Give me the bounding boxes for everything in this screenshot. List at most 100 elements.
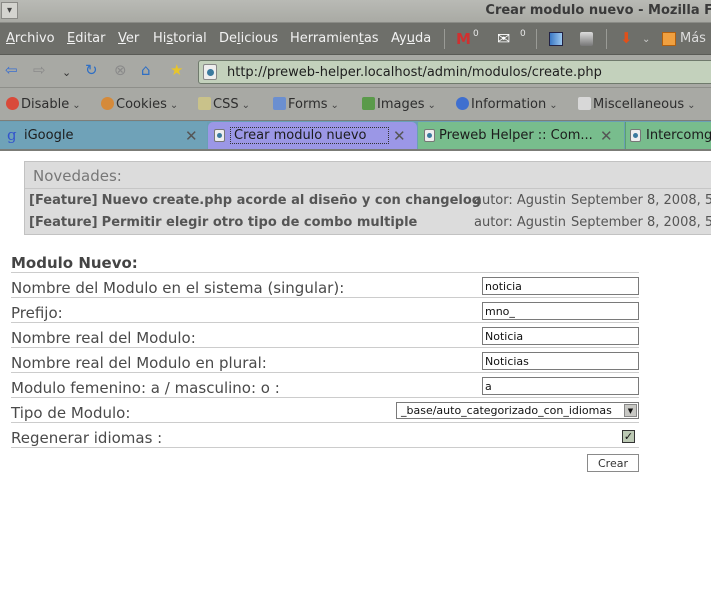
dropdown-arrow-icon[interactable]: ▼ <box>624 404 637 417</box>
bookmark-star-icon[interactable]: ★ <box>170 63 183 78</box>
module-type-select[interactable]: _base/auto_categorizado_con_idiomas ▼ <box>396 402 639 419</box>
forms-icon <box>273 97 286 110</box>
folder-icon <box>662 32 676 46</box>
menu-separator <box>536 29 537 49</box>
field-label: Tipo de Modulo: <box>11 404 131 422</box>
devbar-cookies[interactable]: Cookies ⌄ <box>101 97 178 112</box>
history-dropdown-icon[interactable]: ⌄ <box>62 65 71 80</box>
gmail-count: 0 <box>473 29 479 39</box>
prefix-input[interactable] <box>482 302 639 320</box>
information-icon <box>456 97 469 110</box>
devbar-forms[interactable]: Forms ⌄ <box>273 97 339 112</box>
news-heading: Novedades: <box>33 167 122 185</box>
close-tab-icon[interactable]: ✕ <box>393 127 406 145</box>
close-tab-icon[interactable]: ✕ <box>185 127 198 145</box>
form-title: Modulo Nuevo: <box>11 254 639 273</box>
plural-name-input[interactable] <box>482 352 639 370</box>
news-tag: [Feature] <box>29 215 98 230</box>
window-titlebar: ▾ Crear modulo nuevo - Mozilla F <box>0 0 711 22</box>
page-favicon-icon <box>214 129 225 142</box>
navigation-toolbar: ⇦ ⇨ ⌄ ↻ ⊗ ⌂ ★ http://preweb-helper.local… <box>0 55 711 88</box>
reload-icon[interactable]: ↻ <box>85 63 98 78</box>
chevron-down-icon: ⌄ <box>241 100 250 111</box>
menu-herramientas[interactable]: Herramientas <box>290 31 379 46</box>
chevron-down-icon: ⌄ <box>169 100 179 111</box>
form-row: Tipo de Modulo: _base/auto_categorizado_… <box>11 398 639 423</box>
news-title: Permitir elegir otro tipo de combo multi… <box>101 215 418 230</box>
menu-editar[interactable]: Editar <box>67 31 106 46</box>
form-row: Modulo femenino: a / masculino: o : <box>11 373 639 398</box>
news-item[interactable]: [Feature] Permitir elegir otro tipo de c… <box>29 215 417 230</box>
menu-historial[interactable]: Historial <box>153 31 207 46</box>
module-type-value: _base/auto_categorizado_con_idiomas <box>401 404 612 417</box>
menu-delicious[interactable]: Delicious <box>219 31 278 46</box>
chevron-down-icon: ⌄ <box>72 100 81 111</box>
stop-icon[interactable]: ⊗ <box>114 63 127 78</box>
close-tab-icon[interactable]: ✕ <box>600 127 613 145</box>
menu-ayuda[interactable]: Ayuda <box>391 31 431 46</box>
devbar-css[interactable]: CSS ⌄ <box>198 97 250 112</box>
clipboard-icon[interactable] <box>580 32 593 46</box>
field-label: Modulo femenino: a / masculino: o : <box>11 379 280 397</box>
news-divider <box>25 188 711 189</box>
tab-label: Preweb Helper :: Com... <box>439 128 593 143</box>
css-icon <box>198 97 211 110</box>
system-name-input[interactable] <box>482 277 639 295</box>
devbar-label: Disable <box>21 97 70 112</box>
gmail-icon[interactable]: M <box>456 30 471 48</box>
page-favicon-icon <box>424 129 435 142</box>
field-label: Nombre real del Modulo: <box>11 329 196 347</box>
mail-icon[interactable]: ✉ <box>497 29 510 48</box>
form-row: Nombre real del Modulo: <box>11 323 639 348</box>
home-icon[interactable]: ⌂ <box>141 63 151 78</box>
download-arrow-icon[interactable]: ⬇ <box>620 29 633 47</box>
news-item[interactable]: [Feature] Nuevo create.php acorde al dis… <box>29 193 481 208</box>
devbar-label: Images <box>377 97 425 112</box>
disable-icon <box>6 97 19 110</box>
back-icon[interactable]: ⇦ <box>5 63 18 78</box>
menu-separator <box>444 29 445 49</box>
devbar-disable[interactable]: Disable ⌄ <box>6 97 81 112</box>
form-row: Nombre real del Modulo en plural: <box>11 348 639 373</box>
field-label: Prefijo: <box>11 304 63 322</box>
gender-input[interactable] <box>482 377 639 395</box>
chevron-down-icon: ⌄ <box>549 100 558 111</box>
regenerate-languages-checkbox[interactable]: ✓ <box>622 430 635 443</box>
sidebar-icon[interactable] <box>549 32 563 46</box>
devbar-images[interactable]: Images ⌄ <box>362 97 436 112</box>
tab-label: Intercomg <box>646 128 711 143</box>
window-menu-button[interactable]: ▾ <box>1 2 18 19</box>
new-module-form: Modulo Nuevo: Nombre del Modulo en el si… <box>11 254 639 480</box>
form-row: Regenerar idiomas : ✓ <box>11 423 639 448</box>
window-title: Crear modulo nuevo - Mozilla F <box>485 3 711 18</box>
news-tag: [Feature] <box>29 193 98 208</box>
field-label: Regenerar idiomas : <box>11 429 163 447</box>
url-input[interactable]: http://preweb-helper.localhost/admin/mod… <box>227 65 602 80</box>
chevron-down-icon[interactable]: ⌄ <box>642 34 650 45</box>
tab-label: iGoogle <box>24 128 74 143</box>
page-favicon-icon <box>630 129 641 142</box>
menu-archivo[interactable]: Archivo <box>6 31 55 46</box>
forward-icon[interactable]: ⇨ <box>33 63 46 78</box>
news-date: September 8, 2008, 5: <box>571 193 711 208</box>
tab-bar: g iGoogle ✕ Crear modulo nuevo ✕ Preweb … <box>0 121 711 151</box>
tab-igoogle[interactable]: g iGoogle ✕ <box>0 122 207 149</box>
more-button[interactable]: Más <box>680 31 706 46</box>
news-panel: Novedades: [Feature] Nuevo create.php ac… <box>24 161 711 235</box>
devbar-information[interactable]: Information ⌄ <box>456 97 558 112</box>
devbar-label: Miscellaneous <box>593 97 685 112</box>
tab-preweb-helper[interactable]: Preweb Helper :: Com... ✕ <box>418 122 624 149</box>
news-date: September 8, 2008, 5: <box>571 215 711 230</box>
tab-intercomg[interactable]: Intercomg <box>625 122 711 149</box>
tab-crear-modulo-nuevo[interactable]: Crear modulo nuevo ✕ <box>208 122 417 149</box>
url-bar[interactable]: http://preweb-helper.localhost/admin/mod… <box>198 60 711 84</box>
devbar-label: Information <box>471 97 547 112</box>
news-title: Nuevo create.php acorde al diseño y con … <box>101 193 482 208</box>
real-name-input[interactable] <box>482 327 639 345</box>
images-icon <box>362 97 375 110</box>
menu-ver[interactable]: Ver <box>118 31 139 46</box>
devbar-miscellaneous[interactable]: Miscellaneous ⌄ <box>578 97 696 112</box>
create-button[interactable]: Crear <box>587 454 639 472</box>
mail-count: 0 <box>520 29 526 39</box>
google-icon: g <box>7 126 17 144</box>
